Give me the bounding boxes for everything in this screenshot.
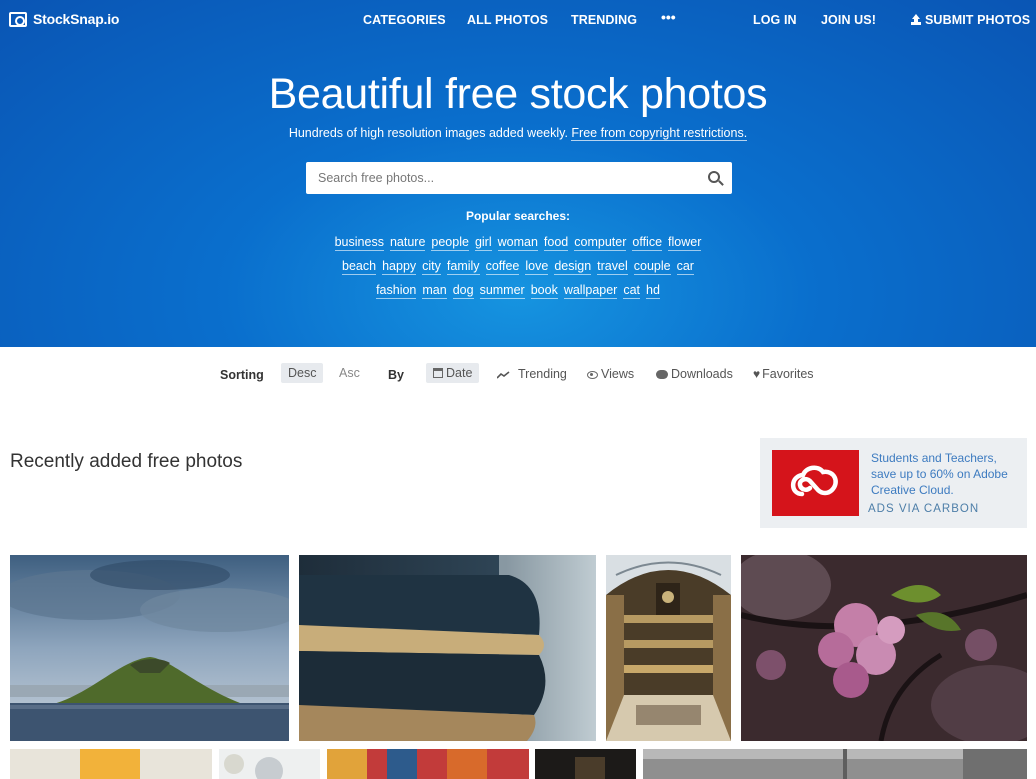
search-box: [306, 162, 732, 194]
sorting-label: Sorting: [220, 368, 264, 382]
popular-tag-food[interactable]: food: [543, 234, 569, 251]
sort-favorites-label: Favorites: [762, 367, 814, 381]
nav-categories[interactable]: CATEGORIES: [363, 13, 446, 27]
popular-tag-computer[interactable]: computer: [574, 234, 627, 251]
sort-views-label: Views: [601, 367, 635, 381]
sort-desc-button[interactable]: Desc: [281, 363, 324, 383]
calendar-icon: [433, 368, 443, 378]
submit-photos-label: SUBMIT PHOTOS: [925, 13, 1031, 27]
popular-tag-city[interactable]: city: [422, 258, 441, 275]
popular-tag-cat[interactable]: cat: [623, 282, 641, 299]
sort-trending-label: Trending: [518, 367, 567, 381]
sort-trending-button[interactable]: Trending: [497, 367, 567, 381]
search-icon[interactable]: [708, 171, 720, 183]
adobe-cc-logo[interactable]: [772, 450, 859, 516]
carbon-ad[interactable]: Students and Teachers, save up to 60% on…: [760, 438, 1027, 528]
section-title: Recently added free photos: [10, 451, 243, 472]
camera-icon: [9, 11, 27, 27]
more-menu-icon[interactable]: •••: [661, 9, 676, 25]
row2-image-1: [80, 749, 140, 779]
popular-tags-row-3: fashion man dog summer book wallpaper cat hd: [0, 282, 1036, 299]
sort-views-button[interactable]: Views: [587, 367, 634, 381]
top-nav: StockSnap.io CATEGORIES ALL PHOTOS TREND…: [0, 0, 1036, 40]
search-input[interactable]: [306, 162, 686, 194]
photo-row2-2[interactable]: [219, 749, 320, 779]
popular-tag-car[interactable]: car: [676, 258, 694, 275]
popular-tag-nature[interactable]: nature: [389, 234, 426, 251]
photo-row2-5[interactable]: [643, 749, 1027, 779]
popular-tag-hd[interactable]: hd: [646, 282, 660, 299]
popular-tag-beach[interactable]: beach: [342, 258, 377, 275]
sort-downloads-button[interactable]: Downloads: [656, 367, 733, 381]
row2-image-2: [224, 754, 283, 779]
popular-tag-business[interactable]: business: [334, 234, 384, 251]
popular-tag-people[interactable]: people: [431, 234, 469, 251]
popular-tag-wallpaper[interactable]: wallpaper: [563, 282, 618, 299]
hero-subtitle-text: Hundreds of high resolution images added…: [288, 126, 568, 140]
popular-tags-row-2: beach happy city family coffee love design trav…: [0, 258, 1036, 275]
eye-icon: [587, 371, 598, 379]
popular-tag-summer[interactable]: summer: [479, 282, 525, 299]
submit-photos-link[interactable]: SUBMIT PHOTOS: [911, 13, 1030, 27]
by-label: By: [388, 368, 404, 382]
ad-text[interactable]: Students and Teachers, save up to 60% on…: [871, 450, 1021, 498]
photo-mall[interactable]: [606, 555, 731, 741]
row2-image-4: [575, 757, 605, 779]
logo[interactable]: StockSnap.io: [9, 11, 119, 27]
row2-image-3: [327, 749, 487, 779]
popular-tag-love[interactable]: love: [525, 258, 549, 275]
popular-tag-dog[interactable]: dog: [452, 282, 474, 299]
popular-tags-row-1: business nature people girl woman food compute…: [0, 234, 1036, 251]
nav-trending[interactable]: TRENDING: [571, 13, 637, 27]
photo-row2-1[interactable]: [10, 749, 212, 779]
creative-cloud-icon: [790, 465, 838, 497]
sort-date-label: Date: [446, 366, 473, 380]
photo-row2-3[interactable]: [327, 749, 529, 779]
popular-tag-girl[interactable]: girl: [474, 234, 492, 251]
blossom-image: [741, 555, 1027, 741]
upload-icon: [911, 14, 921, 25]
ads-via-carbon[interactable]: ADS VIA CARBON: [868, 503, 979, 515]
cloud-download-icon: [656, 370, 668, 379]
photo-mountain[interactable]: [10, 555, 289, 741]
sort-favorites-button[interactable]: ♥ Favorites: [753, 367, 814, 381]
photo-row2-4[interactable]: [535, 749, 636, 779]
heart-icon: ♥: [753, 367, 761, 381]
nav-all-photos[interactable]: ALL PHOTOS: [467, 13, 548, 27]
books-image: [299, 555, 596, 741]
sort-date-button[interactable]: Date: [426, 363, 480, 383]
popular-tag-design[interactable]: design: [554, 258, 592, 275]
popular-tag-book[interactable]: book: [530, 282, 558, 299]
trending-icon: [497, 371, 510, 379]
popular-tag-coffee[interactable]: coffee: [485, 258, 520, 275]
sort-bar: Sorting Desc Asc By Date Trending Views …: [0, 362, 1036, 386]
sort-downloads-label: Downloads: [671, 367, 733, 381]
photo-blossom[interactable]: [741, 555, 1027, 741]
popular-tag-fashion[interactable]: fashion: [376, 282, 417, 299]
sort-asc-button[interactable]: Asc: [332, 363, 367, 383]
join-link[interactable]: JOIN US!: [821, 13, 876, 27]
popular-searches-label: Popular searches:: [465, 209, 571, 223]
logo-text: StockSnap.io: [33, 11, 120, 27]
hero-title: Beautiful free stock photos: [268, 70, 768, 118]
popular-tag-couple[interactable]: couple: [633, 258, 671, 275]
popular-tag-travel[interactable]: travel: [597, 258, 628, 275]
popular-tag-flower[interactable]: flower: [668, 234, 702, 251]
hero-subtitle: Hundreds of high resolution images added…: [0, 126, 1036, 141]
mountain-image: [10, 555, 289, 741]
copyright-link[interactable]: Free from copyright restrictions.: [571, 126, 748, 141]
photo-books[interactable]: [299, 555, 596, 741]
popular-tag-man[interactable]: man: [422, 282, 447, 299]
popular-tag-family[interactable]: family: [446, 258, 480, 275]
login-link[interactable]: LOG IN: [753, 13, 797, 27]
hero-banner: StockSnap.io CATEGORIES ALL PHOTOS TREND…: [0, 0, 1036, 347]
popular-tag-woman[interactable]: woman: [497, 234, 538, 251]
popular-tag-happy[interactable]: happy: [382, 258, 417, 275]
row2-image-5: [643, 749, 1027, 779]
mall-image: [606, 555, 731, 741]
popular-tag-office[interactable]: office: [632, 234, 663, 251]
